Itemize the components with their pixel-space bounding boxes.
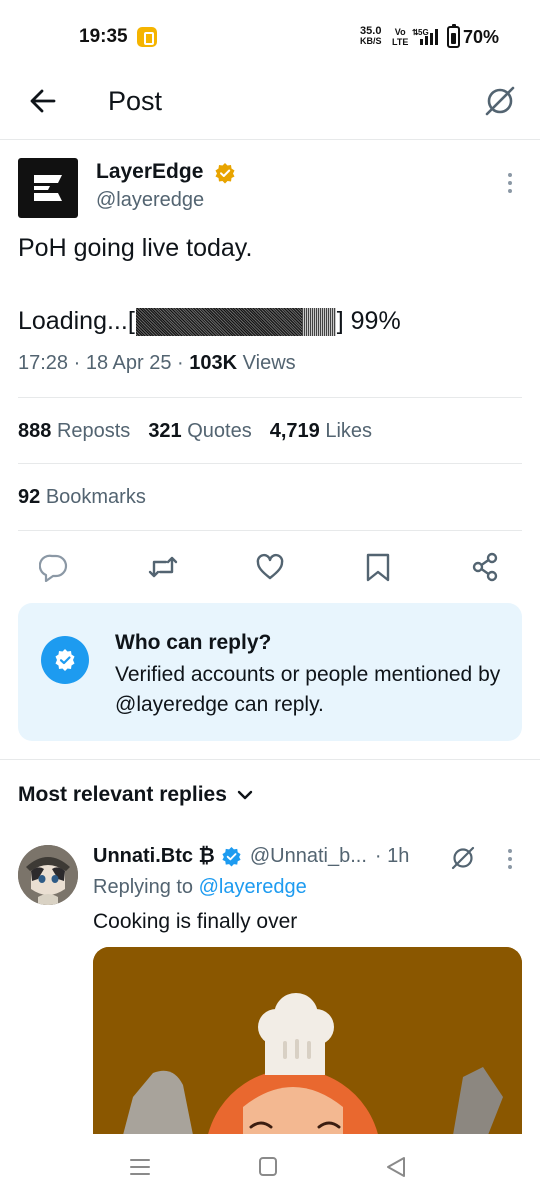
gold-verified-icon xyxy=(215,163,235,184)
system-nav-bar xyxy=(0,1134,540,1200)
back-icon xyxy=(387,1157,405,1177)
verified-check-icon xyxy=(41,636,89,684)
share-button[interactable] xyxy=(470,552,500,582)
status-time: 19:35 xyxy=(79,26,128,47)
divider xyxy=(18,397,522,398)
bookmark-icon xyxy=(366,553,390,582)
divider xyxy=(18,530,522,531)
reply-restriction-description: Verified accounts or people mentioned by… xyxy=(115,663,501,716)
tweet-loading-line: Loading...[ ] 99% xyxy=(18,307,401,336)
home-button[interactable] xyxy=(253,1154,283,1180)
battery-icon xyxy=(447,24,460,48)
grok-button[interactable] xyxy=(480,81,520,121)
recent-apps-button[interactable] xyxy=(125,1154,155,1180)
engagement-stats: 888 Reposts 321 Quotes 4,719 Likes xyxy=(18,420,372,443)
section-divider xyxy=(0,759,540,760)
author-handle[interactable]: @layeredge xyxy=(96,189,204,212)
home-icon xyxy=(259,1157,277,1176)
network-speed: 35.0 KB/S xyxy=(360,25,382,47)
loading-progress-fill xyxy=(135,307,302,336)
views-label: Views xyxy=(242,352,296,374)
page-title: Post xyxy=(108,86,163,116)
loading-prefix: Loading...[ xyxy=(18,307,135,335)
volte-indicator: Vo LTE xyxy=(392,27,409,47)
anime-avatar-icon xyxy=(18,845,78,905)
like-icon xyxy=(256,553,284,580)
chevron-down-icon xyxy=(237,790,253,800)
views-count: 103K xyxy=(189,352,238,374)
reply-timestamp: · 1h xyxy=(374,845,410,867)
reply-author-name[interactable]: Unnati.Btc ₿ xyxy=(93,845,215,868)
signal-icon: ⇅ 5G xyxy=(412,28,438,45)
reply-button[interactable] xyxy=(38,552,69,583)
reply-more-button[interactable] xyxy=(500,846,520,872)
menu-icon xyxy=(130,1159,150,1175)
replying-to-handle-link[interactable]: @layeredge xyxy=(199,876,307,898)
author-name[interactable]: LayerEdge xyxy=(96,160,203,184)
tweet-date: 18 Apr 25 xyxy=(85,352,172,374)
battery-percent: 70% xyxy=(463,27,500,47)
replies-sort-label: Most relevant replies xyxy=(18,783,227,806)
tweet-meta: 17:28 · 18 Apr 25 · 103K Views xyxy=(18,352,296,374)
notification-icon xyxy=(137,27,157,47)
bookmarks-stat[interactable]: 92 Bookmarks xyxy=(18,486,146,509)
nav-back-button[interactable] xyxy=(382,1154,412,1180)
more-vertical-icon xyxy=(508,849,512,869)
reply-grok-button[interactable] xyxy=(448,843,478,873)
like-button[interactable] xyxy=(255,552,285,582)
share-icon xyxy=(472,552,498,582)
reply-icon xyxy=(38,554,68,583)
reply-media-image[interactable] xyxy=(93,947,522,1135)
grok-icon xyxy=(485,86,515,116)
reposts-stat[interactable]: 888 Reposts xyxy=(18,420,130,442)
replies-sort-dropdown[interactable]: Most relevant replies xyxy=(18,783,253,807)
author-avatar[interactable] xyxy=(18,158,78,218)
quotes-stat[interactable]: 321 Quotes xyxy=(148,420,251,442)
reply-restriction-notice: Who can reply? Verified accounts or peop… xyxy=(18,603,522,741)
more-options-button[interactable] xyxy=(498,170,522,196)
reply-author-avatar[interactable] xyxy=(18,845,78,905)
layeredge-logo-icon xyxy=(34,175,62,201)
repost-icon xyxy=(148,556,178,578)
more-vertical-icon xyxy=(508,173,512,193)
likes-stat[interactable]: 4,719 Likes xyxy=(270,420,372,442)
reply-header: Unnati.Btc ₿ @Unnati_b... · 1h xyxy=(93,845,409,868)
loading-suffix: ] 99% xyxy=(336,307,401,335)
bookmark-button[interactable] xyxy=(363,552,393,582)
replying-to: Replying to @layeredge xyxy=(93,876,307,898)
divider xyxy=(18,463,522,464)
repost-button[interactable] xyxy=(147,552,178,582)
reply-author-handle[interactable]: @Unnati_b... xyxy=(250,845,367,868)
arrow-left-icon xyxy=(30,89,56,113)
loading-progress-bar xyxy=(135,307,336,336)
tweet-text: PoH going live today. xyxy=(18,234,253,262)
status-bar: 19:35 35.0 KB/S Vo LTE ⇅ 5G 70% xyxy=(0,0,540,72)
top-bar: Post xyxy=(0,72,540,140)
tweet-time: 17:28 xyxy=(18,352,69,374)
reply-restriction-title: Who can reply? xyxy=(115,631,272,654)
blue-verified-icon xyxy=(222,846,241,867)
svg-text:5G: 5G xyxy=(418,28,429,37)
back-button[interactable] xyxy=(24,82,64,122)
reply-text: Cooking is finally over xyxy=(93,910,298,933)
grok-icon xyxy=(451,846,475,870)
chef-illustration-image xyxy=(93,947,522,1135)
